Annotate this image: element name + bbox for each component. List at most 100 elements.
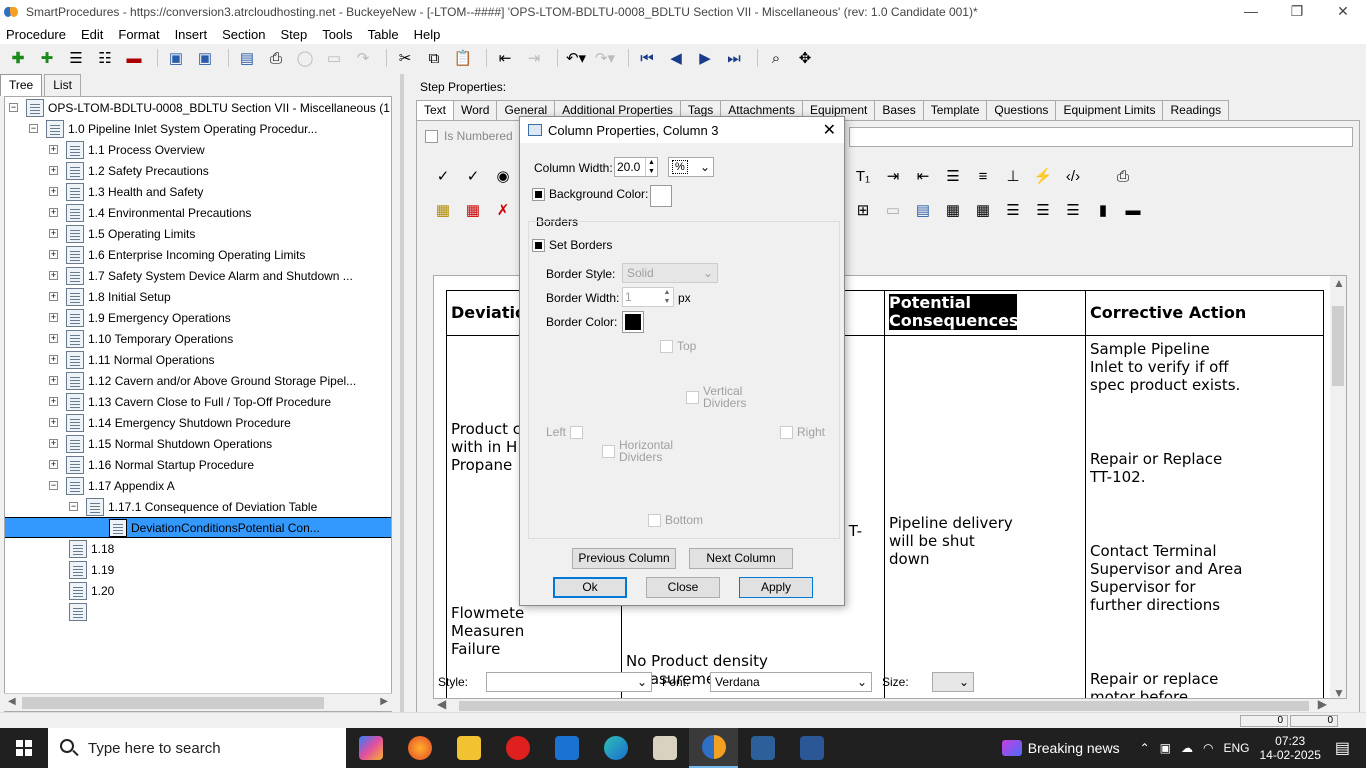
- opera-app[interactable]: [493, 728, 542, 768]
- redo-arrow-icon[interactable]: ↷: [351, 46, 375, 70]
- tab-text[interactable]: Text: [416, 100, 455, 120]
- tab-template[interactable]: Template: [922, 100, 988, 120]
- indent-icon[interactable]: ⇤: [493, 46, 517, 70]
- scroll-right-icon[interactable]: ▶: [1318, 697, 1327, 711]
- subscript-icon[interactable]: T₁: [851, 165, 875, 187]
- smartprocedures-app[interactable]: [689, 728, 738, 768]
- insert-column-right-icon[interactable]: ▦: [971, 199, 995, 221]
- bottom-border-checkbox[interactable]: Bottom: [648, 513, 703, 527]
- step-title-input[interactable]: [849, 127, 1353, 147]
- next-icon[interactable]: ▶: [693, 46, 717, 70]
- align-justify-icon[interactable]: ☰: [1061, 199, 1085, 221]
- scroll-down-icon[interactable]: ▼: [1333, 686, 1345, 698]
- row-height-icon[interactable]: ▬: [1121, 199, 1145, 221]
- vertical-dividers-checkbox[interactable]: Vertical Dividers: [686, 385, 746, 409]
- expand-icon[interactable]: +: [49, 397, 58, 406]
- indent-right-icon[interactable]: ⇥: [881, 165, 905, 187]
- expand-icon[interactable]: +: [49, 187, 58, 196]
- document-vertical-scrollbar[interactable]: ▲ ▼: [1330, 276, 1346, 698]
- tree-empty-step[interactable]: [69, 601, 91, 622]
- width-unit-select[interactable]: % ⌄: [668, 157, 714, 177]
- expand-icon[interactable]: +: [49, 334, 58, 343]
- html-source-icon[interactable]: ‹/›: [1061, 165, 1085, 187]
- collapse-icon[interactable]: −: [69, 502, 78, 511]
- start-button[interactable]: [0, 728, 48, 768]
- tree-horizontal-scrollbar[interactable]: ◀ ▶: [4, 693, 392, 711]
- menu-section[interactable]: Section: [222, 27, 265, 42]
- list-icon[interactable]: ☰: [64, 46, 88, 70]
- outdent-icon[interactable]: ⇥: [522, 46, 546, 70]
- expand-icon[interactable]: +: [49, 355, 58, 364]
- previous-column-button[interactable]: Previous Column: [572, 548, 676, 569]
- tree-item[interactable]: +1.13 Cavern Close to Full / Top-Off Pro…: [49, 391, 331, 412]
- checkbox-box[interactable]: [570, 425, 584, 439]
- horizontal-rule-icon[interactable]: ⊥: [1001, 165, 1025, 187]
- checkbox-box[interactable]: [660, 339, 673, 353]
- set-borders-checkbox[interactable]: Set Borders: [532, 238, 612, 252]
- delete-table-icon[interactable]: ▦: [461, 199, 485, 221]
- tab-tree[interactable]: Tree: [0, 74, 43, 96]
- insert-column-left-icon[interactable]: ▦: [941, 199, 965, 221]
- expand-icon[interactable]: +: [49, 418, 58, 427]
- tree-item[interactable]: +1.11 Normal Operations: [49, 349, 215, 370]
- checkbox-box[interactable]: [532, 238, 545, 252]
- expand-icon[interactable]: +: [49, 292, 58, 301]
- print-icon[interactable]: ⎙: [264, 46, 288, 70]
- tree-item[interactable]: +1.16 Normal Startup Procedure: [49, 454, 254, 475]
- tree-item[interactable]: +1.3 Health and Safety: [49, 181, 203, 202]
- menu-procedure[interactable]: Procedure: [6, 27, 66, 42]
- tree-item[interactable]: +1.9 Emergency Operations: [49, 307, 231, 328]
- column-width-input[interactable]: 20.0 ▲ ▼: [614, 157, 658, 177]
- style-select[interactable]: ⌄: [486, 672, 652, 692]
- expand-icon[interactable]: +: [49, 376, 58, 385]
- spellcheck-options-icon[interactable]: ✓: [461, 165, 485, 187]
- tree-section[interactable]: − 1.0 Pipeline Inlet System Operating Pr…: [29, 118, 317, 139]
- next-column-button[interactable]: Next Column: [689, 548, 793, 569]
- tree-item[interactable]: +1.15 Normal Shutdown Operations: [49, 433, 272, 454]
- cut-icon[interactable]: ✂: [393, 46, 417, 70]
- tree-item-1-20[interactable]: 1.20: [69, 580, 114, 601]
- restore-button[interactable]: ❐: [1274, 0, 1320, 24]
- expand-icon[interactable]: +: [49, 313, 58, 322]
- wifi-icon[interactable]: ◠: [1203, 741, 1213, 755]
- save-all-icon[interactable]: ▣: [164, 46, 188, 70]
- remove-icon[interactable]: ▬: [122, 46, 146, 70]
- checkbox-box[interactable]: [686, 390, 699, 404]
- move-icon[interactable]: ✥: [793, 46, 817, 70]
- link-icon[interactable]: ◯: [293, 46, 317, 70]
- split-cells-icon[interactable]: ▭: [881, 199, 905, 221]
- scroll-left-icon[interactable]: ◀: [8, 696, 16, 707]
- tree-item[interactable]: +1.10 Temporary Operations: [49, 328, 233, 349]
- tab-equipment-limits[interactable]: Equipment Limits: [1055, 100, 1164, 120]
- apply-button[interactable]: Apply: [739, 577, 813, 598]
- tree-item-1-18[interactable]: 1.18: [69, 538, 114, 559]
- header-corrective-action[interactable]: Corrective Action: [1085, 290, 1324, 336]
- tree-item[interactable]: +1.2 Safety Precautions: [49, 160, 209, 181]
- panel-splitter[interactable]: [400, 74, 404, 714]
- scroll-right-icon[interactable]: ▶: [380, 696, 388, 707]
- redo-icon[interactable]: ↷▾: [593, 46, 617, 70]
- ok-button[interactable]: Ok: [553, 577, 627, 598]
- checkbox-box[interactable]: [532, 187, 545, 201]
- menu-help[interactable]: Help: [414, 27, 441, 42]
- tree-item[interactable]: +1.6 Enterprise Incoming Operating Limit…: [49, 244, 305, 265]
- menu-insert[interactable]: Insert: [175, 27, 208, 42]
- expand-icon[interactable]: +: [49, 145, 58, 154]
- scroll-up-icon[interactable]: ▲: [1333, 276, 1345, 290]
- expand-icon[interactable]: +: [49, 271, 58, 280]
- taskbar-search[interactable]: Type here to search: [48, 728, 346, 768]
- border-color-swatch[interactable]: [622, 311, 644, 333]
- network-device-icon[interactable]: ▣: [1160, 741, 1171, 755]
- tree-item[interactable]: +1.12 Cavern and/or Above Ground Storage…: [49, 370, 356, 391]
- file-explorer-app[interactable]: [444, 728, 493, 768]
- tree-root[interactable]: − OPS-LTOM-BDLTU-0008_BDLTU Section VII …: [9, 97, 391, 118]
- app-monitor[interactable]: [738, 728, 787, 768]
- delete-cell-icon[interactable]: ✗: [491, 199, 515, 221]
- chevron-up-icon[interactable]: ⌃: [1140, 741, 1150, 755]
- notifications-icon[interactable]: ▤: [1335, 738, 1350, 758]
- list-alt-icon[interactable]: ☷: [93, 46, 117, 70]
- top-border-checkbox[interactable]: Top: [660, 339, 696, 353]
- menu-step[interactable]: Step: [280, 27, 307, 42]
- word-app[interactable]: [787, 728, 836, 768]
- numbered-list-icon[interactable]: ≡: [971, 165, 995, 187]
